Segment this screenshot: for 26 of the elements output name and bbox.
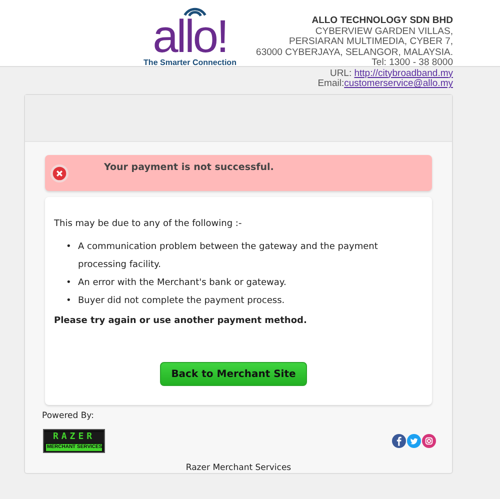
url-line: URL: http://citybroadband.my — [328, 68, 453, 79]
email-line: Email:customerservice@allo.my — [316, 79, 453, 90]
company-name: ALLO TECHNOLOGY SDN BHD — [310, 16, 453, 26]
alert-message: Your payment is not successful. — [104, 162, 274, 174]
back-button[interactable]: Back to Merchant Site — [160, 362, 307, 386]
advice-text: Please try again or use another payment method. — [54, 316, 308, 326]
reason-item: An error with the Merchant's bank or gateway. — [78, 277, 286, 290]
intro-text: This may be due to any of the following :- — [54, 219, 243, 230]
address-line: CYBERVIEW GARDEN VILLAS, — [314, 26, 453, 37]
bullet: • — [66, 277, 72, 290]
address-line: PERSIARAN MULTIMEDIA, CYBER 7, — [288, 37, 453, 48]
instagram-icon[interactable] — [422, 434, 436, 448]
bullet: • — [66, 241, 72, 254]
error-icon — [50, 164, 69, 184]
address-line: Tel: 1300 - 38 8000 — [370, 58, 453, 68]
allo-logo: allo! The Smarter Connection — [140, 0, 240, 66]
twitter-icon[interactable] — [407, 434, 421, 448]
powered-by-label: Powered By: — [42, 411, 95, 421]
email-link[interactable]: customerservice@allo.my — [344, 78, 453, 89]
reason-item: A communication problem between the gateway and the payment processing facility. — [78, 241, 379, 272]
reason-item: Buyer did not complete the payment process. — [78, 295, 285, 308]
footer-caption: Razer Merchant Services — [184, 463, 292, 473]
url-link[interactable]: http://citybroadband.my — [354, 68, 453, 78]
bullet: • — [66, 295, 72, 308]
address-line: 63000 CYBERJAYA, SELANGOR, MALAYSIA. — [256, 48, 453, 58]
facebook-icon[interactable] — [392, 434, 406, 448]
